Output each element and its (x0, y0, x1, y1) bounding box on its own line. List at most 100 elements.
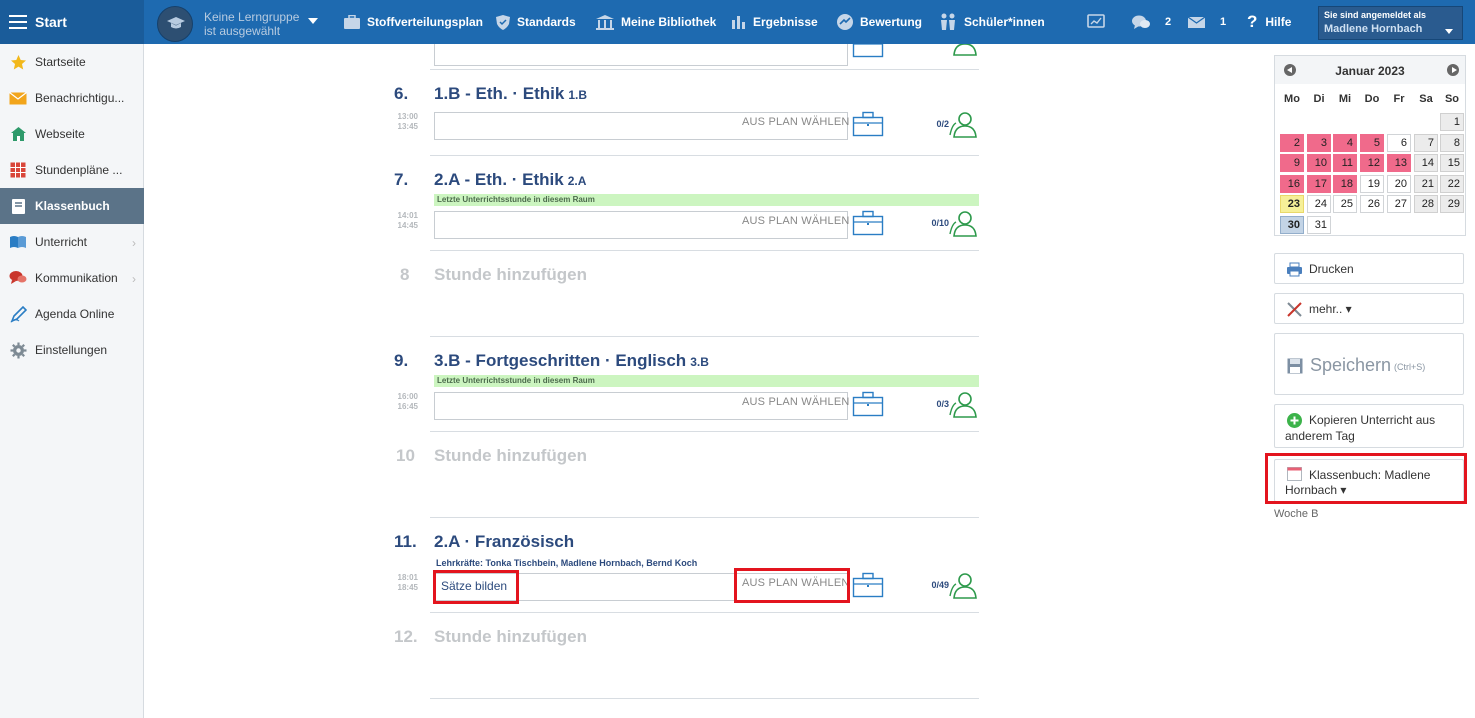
chevron-down-icon[interactable] (308, 18, 318, 24)
calendar-day[interactable]: 4 (1333, 133, 1357, 152)
sidebar-item-kommunikation[interactable]: Kommunikation › (0, 260, 144, 296)
room-info-banner: Letzte Unterrichtsstunde in diesem Raum (434, 194, 979, 206)
calendar-day[interactable]: 21 (1414, 174, 1438, 193)
sidebar-item-agenda-online[interactable]: Agenda Online (0, 296, 144, 332)
sidebar-item-stundenplaene[interactable]: Stundenpläne ... (0, 152, 144, 188)
save-button[interactable]: Speichern (Ctrl+S) (1274, 333, 1464, 395)
learning-group-selector[interactable]: Keine Lerngruppe ist ausgewählt (204, 10, 299, 38)
sidebar-item-einstellungen[interactable]: Einstellungen (0, 332, 144, 368)
aus-plan-waehlen-button[interactable]: AUS PLAN WÄHLEN (742, 396, 850, 408)
briefcase-icon[interactable] (852, 572, 884, 598)
nav-bewertung[interactable]: Bewertung (836, 0, 922, 44)
start-menu-button[interactable]: Start (0, 0, 144, 44)
calendar-day[interactable]: 13 (1387, 154, 1411, 172)
calendar-day[interactable]: 24 (1307, 195, 1331, 213)
calendar-day[interactable]: 17 (1307, 174, 1331, 193)
add-lesson-button[interactable]: Stunde hinzufügen (434, 627, 587, 647)
separator (430, 336, 979, 337)
briefcase-icon[interactable] (852, 210, 884, 236)
briefcase-icon[interactable] (852, 391, 884, 417)
calendar-day[interactable]: 11 (1333, 154, 1357, 172)
lesson-title[interactable]: 2.A - Eth. · Ethik 2.A (434, 170, 586, 190)
separator (430, 517, 979, 518)
calendar-day[interactable]: 23 (1280, 195, 1304, 213)
calendar-day[interactable]: 7 (1414, 133, 1438, 152)
calendar-day[interactable]: 10 (1307, 154, 1331, 172)
nav-standards[interactable]: Standards (495, 0, 576, 44)
sidebar-item-benachrichtigungen[interactable]: Benachrichtigu... (0, 80, 144, 116)
lesson-class: 2.A (567, 174, 587, 188)
print-button[interactable]: Drucken (1274, 253, 1464, 284)
calendar-day[interactable]: 22 (1440, 174, 1464, 193)
highlight-box (433, 570, 519, 604)
briefcase-icon (344, 14, 360, 29)
calendar-day[interactable]: 28 (1414, 195, 1438, 213)
lesson-title[interactable]: 2.A · Französisch (434, 532, 574, 552)
students-attendance-icon[interactable] (948, 571, 978, 599)
calendar-day[interactable]: 30 (1280, 215, 1304, 234)
separator (430, 69, 979, 70)
calendar-day[interactable]: 6 (1387, 133, 1411, 152)
aus-plan-waehlen-button[interactable]: AUS PLAN WÄHLEN (742, 215, 850, 227)
learning-group-icon[interactable] (157, 6, 193, 42)
calendar-day[interactable]: 29 (1440, 195, 1464, 213)
sidebar-item-label: Benachrichtigu... (35, 91, 125, 105)
aus-plan-waehlen-button[interactable]: AUS PLAN WÄHLEN (742, 116, 850, 128)
teachers-line: Lehrkräfte: Tonka Tischbein, Madlene Hor… (436, 558, 698, 568)
calendar-day[interactable]: 20 (1387, 174, 1411, 193)
nav-label: Bewertung (860, 15, 923, 29)
nav-meine-bibliothek[interactable]: Meine Bibliothek (595, 0, 716, 44)
tools-icon (1287, 302, 1302, 317)
nav-ergebnisse[interactable]: Ergebnisse (731, 0, 818, 44)
students-attendance-icon[interactable] (948, 390, 978, 418)
screen-icon (1087, 14, 1105, 28)
lesson-title[interactable]: 1.B - Eth. · Ethik 1.B (434, 84, 587, 104)
sidebar-item-webseite[interactable]: Webseite (0, 116, 144, 152)
calendar-day[interactable]: 1 (1440, 113, 1464, 131)
briefcase-icon[interactable] (852, 111, 884, 137)
calendar-day[interactable]: 3 (1307, 133, 1331, 152)
sidebar-item-klassenbuch[interactable]: Klassenbuch (0, 188, 144, 224)
calendar-day[interactable]: 8 (1440, 133, 1464, 152)
user-menu[interactable]: Sie sind angemeldet als Madlene Hornbach (1318, 6, 1463, 40)
help-button[interactable]: ? Hilfe (1247, 0, 1291, 44)
display-button[interactable] (1087, 0, 1111, 44)
highlight-box (734, 568, 850, 603)
next-month-icon[interactable] (1447, 64, 1459, 76)
calendar-day[interactable]: 19 (1360, 174, 1384, 193)
calendar-day[interactable]: 15 (1440, 154, 1464, 172)
messages-button[interactable]: 2 (1131, 0, 1171, 44)
learning-group-line2: ist ausgewählt (204, 24, 281, 38)
calendar-day[interactable]: 2 (1280, 133, 1304, 152)
calendar-day[interactable]: 5 (1360, 133, 1384, 152)
calendar-day[interactable]: 14 (1414, 154, 1438, 172)
calendar-day[interactable]: 25 (1333, 195, 1357, 213)
sidebar-item-unterricht[interactable]: Unterricht › (0, 224, 144, 260)
students-attendance-icon[interactable] (948, 110, 978, 138)
calendar-day[interactable]: 9 (1280, 154, 1304, 172)
calendar-day[interactable]: 31 (1307, 215, 1331, 234)
students-attendance-icon[interactable] (948, 209, 978, 237)
lesson-number: 9. (394, 351, 409, 370)
add-lesson-button[interactable]: Stunde hinzufügen (434, 265, 587, 285)
sidebar-item-startseite[interactable]: Startseite (0, 44, 144, 80)
mail-button[interactable]: 1 (1187, 0, 1226, 44)
calendar-day[interactable]: 12 (1360, 154, 1384, 172)
copy-lesson-button[interactable]: Kopieren Unterricht aus anderem Tag (1274, 404, 1464, 448)
calendar-day[interactable]: 16 (1280, 174, 1304, 193)
more-button[interactable]: mehr.. ▾ (1274, 293, 1464, 324)
calendar-day[interactable]: 27 (1387, 195, 1411, 213)
nav-stoffverteilungsplan[interactable]: Stoffverteilungsplan (343, 0, 483, 44)
save-shortcut-hint: (Ctrl+S) (1394, 362, 1426, 372)
help-label: Hilfe (1265, 15, 1292, 29)
briefcase-icon[interactable] (852, 44, 884, 58)
nav-schueler[interactable]: Schüler*innen (938, 0, 1045, 44)
students-attendance-icon[interactable] (948, 44, 978, 56)
lesson-topic-input[interactable] (434, 44, 848, 66)
calendar-day[interactable]: 26 (1360, 195, 1384, 213)
add-lesson-button[interactable]: Stunde hinzufügen (434, 446, 587, 466)
envelope-icon (9, 89, 27, 107)
calendar-day[interactable]: 18 (1333, 174, 1357, 193)
sidebar: Startseite Benachrichtigu... Webseite St… (0, 44, 144, 718)
lesson-title[interactable]: 3.B - Fortgeschritten · Englisch 3.B (434, 351, 709, 371)
